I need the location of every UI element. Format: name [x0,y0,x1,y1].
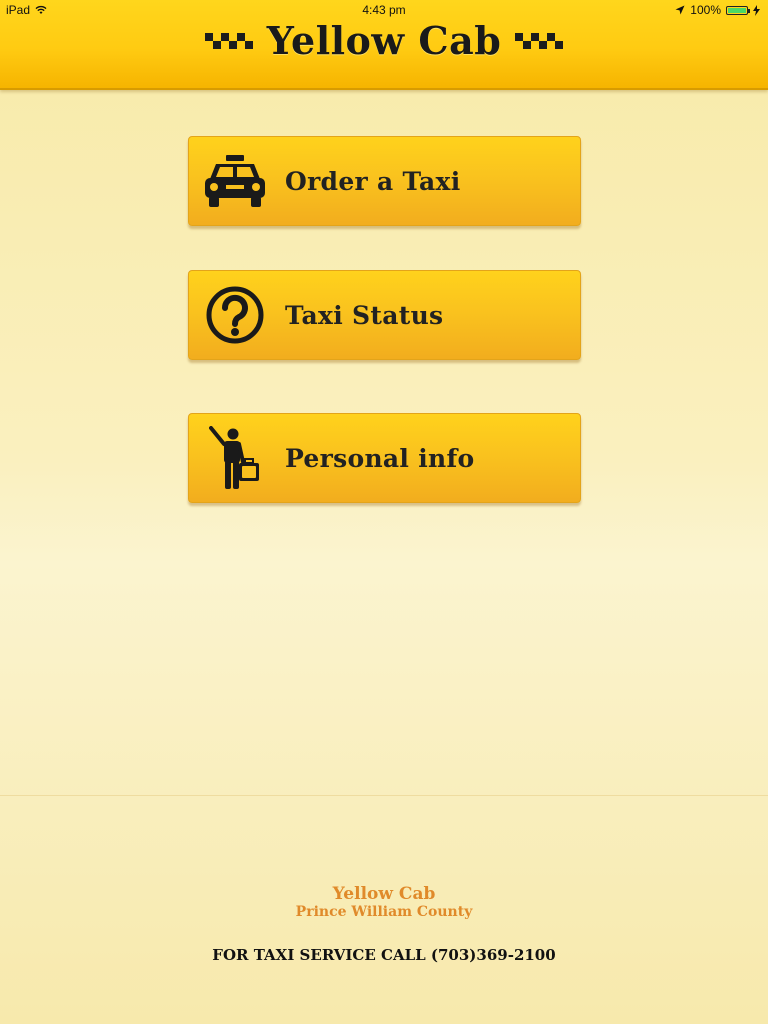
footer-county: Prince William County [295,904,473,920]
taxi-status-label: Taxi Status [285,300,444,330]
personal-info-label: Personal info [285,443,475,473]
order-taxi-button[interactable]: Order a Taxi [188,136,581,226]
question-icon [203,283,267,347]
personal-info-button[interactable]: Personal info [188,413,581,503]
app-title: Yellow Cab [266,18,502,63]
status-right: 100% [675,3,760,17]
person-luggage-icon [203,426,267,490]
status-time: 4:43 pm [362,3,406,17]
status-bar: iPad 4:43 pm 100% [0,0,768,20]
battery-icon [726,5,750,15]
checker-pattern-left-icon [204,32,253,49]
checker-pattern-right-icon [515,32,564,49]
taxi-icon [203,149,267,213]
footer-brand: Yellow Cab Prince William County [0,884,768,920]
service-call-text[interactable]: FOR TAXI SERVICE CALL (703)369-2100 [0,946,768,964]
taxi-status-button[interactable]: Taxi Status [188,270,581,360]
footer-brand-name: Yellow Cab [332,884,436,904]
order-taxi-label: Order a Taxi [285,166,461,196]
header-title-group: Yellow Cab [0,18,768,63]
content-divider [0,795,768,796]
charging-bolt-icon [753,4,760,16]
location-arrow-icon [675,5,685,15]
battery-percent: 100% [690,3,721,17]
battery-fill [728,7,746,13]
